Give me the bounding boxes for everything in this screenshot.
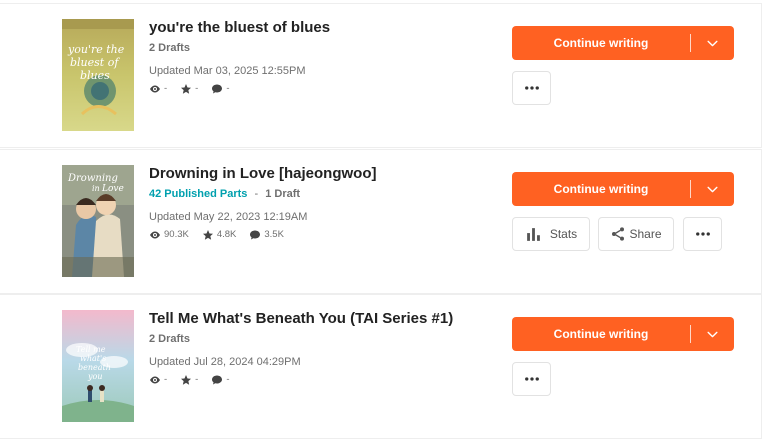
more-icon (524, 377, 539, 381)
comments-count: 3.5K (264, 229, 284, 240)
parts-dropdown-toggle[interactable] (691, 183, 734, 196)
eye-icon (150, 376, 160, 384)
chevron-down-icon (707, 40, 718, 46)
more-options-button[interactable] (512, 362, 551, 396)
cover-text-1: Drowning (67, 173, 118, 184)
updated-timestamp: Updated May 22, 2023 12:19AM (149, 211, 308, 223)
story-row: you're the bluest of blues you're the bl… (0, 3, 762, 148)
votes-count: - (195, 83, 199, 94)
story-title[interactable]: Drowning in Love [hajeongwoo] (149, 164, 499, 184)
reads-stat: - (149, 374, 167, 386)
story-parts: 2 Drafts (149, 41, 499, 56)
eye-icon (150, 231, 160, 239)
stats-button[interactable]: Stats (512, 217, 590, 251)
drafts-count: 2 Drafts (149, 333, 190, 345)
star-icon (181, 84, 192, 94)
share-label: Share (629, 227, 662, 241)
comment-icon (250, 230, 261, 240)
continue-writing-label: Continue writing (553, 36, 649, 50)
parts-separator: - (254, 188, 259, 200)
reads-count: 90.3K (164, 229, 189, 240)
drafts-count: 2 Drafts (149, 42, 190, 54)
votes-count: 4.8K (216, 229, 237, 240)
bar-chart-icon (526, 227, 540, 241)
continue-writing-button[interactable]: Continue writing (512, 26, 734, 60)
parts-dropdown-toggle[interactable] (691, 37, 734, 50)
share-button[interactable]: Share (598, 217, 674, 251)
published-parts-link[interactable]: 42 Published Parts (149, 188, 247, 200)
votes-stat: - (180, 83, 198, 95)
story-parts: 42 Published Parts - 1 Draft (149, 187, 499, 202)
updated-timestamp: Updated Mar 03, 2025 12:55PM (149, 65, 306, 77)
comments-stat: 3.5K (249, 229, 284, 241)
votes-stat: - (180, 374, 198, 386)
cover-text-3: blues (80, 69, 110, 82)
story-cover[interactable]: Drowning in Love (62, 165, 134, 277)
reads-count: - (164, 374, 168, 385)
star-icon (181, 375, 192, 385)
story-row: Tell me what's beneath you Tell Me What'… (0, 294, 762, 439)
cover-pastel-sky-icon: Tell me what's beneath you (62, 310, 134, 422)
story-title[interactable]: you're the bluest of blues (149, 18, 499, 38)
continue-writing-label: Continue writing (553, 327, 649, 341)
cover-text-1: Tell me (76, 345, 106, 354)
votes-stat: 4.8K (202, 229, 237, 241)
cover-text-3: Love (101, 184, 124, 194)
story-stats: 90.3K 4.8K 3.5K (149, 229, 499, 241)
comments-count: - (226, 83, 230, 94)
story-title[interactable]: Tell Me What's Beneath You (TAI Series #… (149, 309, 499, 329)
cover-text-4: you (87, 372, 103, 381)
comments-stat: - (211, 83, 230, 95)
parts-dropdown-toggle[interactable] (691, 328, 734, 341)
reads-count: - (164, 83, 168, 94)
cover-text-2: what's (80, 354, 106, 363)
story-row: Drowning in Love Drowning in Love [hajeo… (0, 149, 762, 294)
comment-icon (212, 375, 223, 385)
reads-stat: - (149, 83, 167, 95)
story-stats: - - - (149, 374, 499, 386)
more-icon (695, 232, 710, 236)
eye-icon (150, 85, 160, 93)
share-icon (612, 227, 625, 241)
story-cover[interactable]: Tell me what's beneath you (62, 310, 134, 422)
comments-stat: - (211, 374, 230, 386)
votes-count: - (195, 374, 199, 385)
cover-yellow-green-icon: you're the bluest of blues (62, 19, 134, 131)
stats-label: Stats (549, 227, 578, 241)
star-icon (202, 230, 213, 240)
cover-illustrated-couple-icon: Drowning in Love (62, 165, 134, 277)
updated-timestamp: Updated Jul 28, 2024 04:29PM (149, 356, 301, 368)
story-stats: - - - (149, 83, 499, 95)
story-info: Tell Me What's Beneath You (TAI Series #… (149, 309, 499, 386)
continue-writing-label: Continue writing (553, 182, 649, 196)
cover-text-2: bluest of (70, 56, 120, 69)
story-info: Drowning in Love [hajeongwoo] 42 Publish… (149, 164, 499, 241)
cover-text-3: beneath (78, 363, 111, 372)
chevron-down-icon (707, 186, 718, 192)
more-options-button[interactable] (683, 217, 722, 251)
more-icon (524, 86, 539, 90)
drafts-count: 1 Draft (265, 188, 301, 200)
comment-icon (212, 84, 223, 94)
cover-text-2: in (92, 184, 100, 193)
continue-writing-button[interactable]: Continue writing (512, 317, 734, 351)
reads-stat: 90.3K (149, 229, 189, 241)
chevron-down-icon (707, 331, 718, 337)
continue-writing-button[interactable]: Continue writing (512, 172, 734, 206)
story-parts: 2 Drafts (149, 332, 499, 347)
story-cover[interactable]: you're the bluest of blues (62, 19, 134, 131)
cover-text-1: you're the (67, 43, 125, 56)
comments-count: - (226, 374, 230, 385)
story-info: you're the bluest of blues 2 Drafts Upda… (149, 18, 499, 95)
more-options-button[interactable] (512, 71, 551, 105)
